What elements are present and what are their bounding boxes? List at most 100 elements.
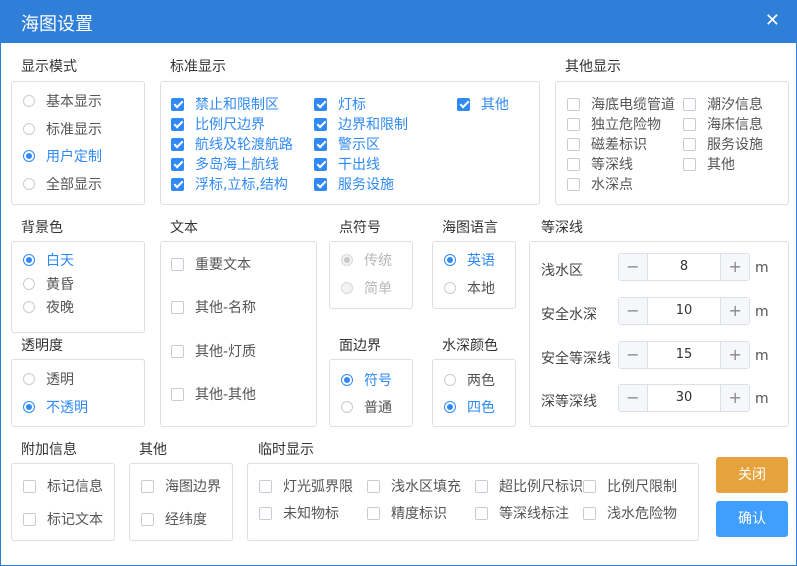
std-other[interactable]: 其他 <box>457 94 509 114</box>
other-soundings[interactable]: 水深点 <box>567 174 633 194</box>
stepper-value[interactable]: 15 <box>648 342 721 368</box>
display-mode-basic[interactable]: 基本显示 <box>23 91 102 111</box>
title-bar: 海图设置 ✕ <box>1 1 796 43</box>
other-other[interactable]: 其他 <box>683 154 735 174</box>
checkbox-checked-icon <box>171 137 184 151</box>
text-other-name[interactable]: 其他-名称 <box>171 297 256 317</box>
standard-display-title: 标准显示 <box>170 59 226 75</box>
other-service-facilities[interactable]: 服务设施 <box>683 134 763 154</box>
confirm-button[interactable]: 确认 <box>716 501 788 537</box>
temp-overscale-mark[interactable]: 超比例尺标识 <box>475 476 583 496</box>
decrement-button[interactable]: − <box>619 342 648 368</box>
safety-contour-stepper[interactable]: − 15 + <box>618 341 750 369</box>
radio-icon <box>341 401 353 413</box>
water-color-two[interactable]: 两色 <box>444 370 495 390</box>
std-archipelago-routes[interactable]: 多岛海上航线 <box>171 154 279 174</box>
temp-display-box <box>247 463 699 541</box>
deep-contour-label: 深等深线 <box>541 394 597 410</box>
background-day[interactable]: 白天 <box>23 250 74 270</box>
extra-mark-text[interactable]: 标记文本 <box>23 509 103 529</box>
display-mode-all[interactable]: 全部显示 <box>23 174 102 194</box>
stepper-value[interactable]: 10 <box>648 298 721 324</box>
checkbox-icon <box>567 157 580 171</box>
decrement-button[interactable]: − <box>619 385 648 411</box>
temp-contour-labels[interactable]: 等深线标注 <box>475 503 569 523</box>
increment-button[interactable]: + <box>720 385 749 411</box>
radio-icon <box>23 178 35 190</box>
std-buoys-structures[interactable]: 浮标,立标,结构 <box>171 174 288 194</box>
language-english[interactable]: 英语 <box>444 250 495 270</box>
text-title: 文本 <box>170 220 198 236</box>
text-other-other[interactable]: 其他-其他 <box>171 384 256 404</box>
dialog-title: 海图设置 <box>21 14 93 35</box>
decrement-button[interactable]: − <box>619 254 648 280</box>
water-color-four[interactable]: 四色 <box>444 397 495 417</box>
other-chart-boundary[interactable]: 海图边界 <box>141 476 221 496</box>
area-boundary-plain[interactable]: 普通 <box>341 397 392 417</box>
stepper-value[interactable]: 8 <box>648 254 721 280</box>
other-depth-contours[interactable]: 等深线 <box>567 154 633 174</box>
temp-shallow-danger[interactable]: 浅水危险物 <box>583 503 677 523</box>
shallow-water-stepper[interactable]: − 8 + <box>618 253 750 281</box>
std-scale-boundary[interactable]: 比例尺边界 <box>171 114 265 134</box>
decrement-button[interactable]: − <box>619 298 648 324</box>
extra-mark-info[interactable]: 标记信息 <box>23 476 103 496</box>
checkbox-checked-icon <box>314 137 327 151</box>
safety-depth-stepper[interactable]: − 10 + <box>618 297 750 325</box>
background-night[interactable]: 夜晚 <box>23 297 74 317</box>
other-magnetic-variation[interactable]: 磁差标识 <box>567 134 647 154</box>
close-icon[interactable]: ✕ <box>765 10 780 31</box>
temp-accuracy-mark[interactable]: 精度标识 <box>367 503 447 523</box>
area-boundary-symbol[interactable]: 符号 <box>341 370 392 390</box>
other-cables-pipelines[interactable]: 海底电缆管道 <box>567 94 675 114</box>
checkbox-checked-icon <box>314 117 327 131</box>
temp-scale-limit[interactable]: 比例尺限制 <box>583 476 677 496</box>
std-warning-area[interactable]: 警示区 <box>314 134 380 154</box>
area-boundary-title: 面边界 <box>339 338 381 354</box>
radio-selected-icon <box>444 401 456 413</box>
text-important[interactable]: 重要文本 <box>171 254 251 274</box>
radio-icon <box>23 95 35 107</box>
std-restricted-area[interactable]: 禁止和限制区 <box>171 94 279 114</box>
temp-display-title: 临时显示 <box>258 442 314 458</box>
checkbox-checked-icon <box>171 177 184 191</box>
increment-button[interactable]: + <box>720 254 749 280</box>
increment-button[interactable]: + <box>720 342 749 368</box>
language-local[interactable]: 本地 <box>444 278 495 298</box>
display-mode-standard[interactable]: 标准显示 <box>23 119 102 139</box>
display-mode-title: 显示模式 <box>21 59 77 75</box>
deep-contour-stepper[interactable]: − 30 + <box>618 384 750 412</box>
display-mode-custom[interactable]: 用户定制 <box>23 146 102 166</box>
other-isolated-danger[interactable]: 独立危险物 <box>567 114 661 134</box>
checkbox-icon <box>567 177 580 191</box>
increment-button[interactable]: + <box>720 298 749 324</box>
checkbox-icon <box>367 506 380 520</box>
temp-shallow-fill[interactable]: 浅水区填充 <box>367 476 461 496</box>
temp-light-sectors[interactable]: 灯光弧界限 <box>259 476 353 496</box>
stepper-value[interactable]: 30 <box>648 385 721 411</box>
text-other-light[interactable]: 其他-灯质 <box>171 341 256 361</box>
std-service-facilities[interactable]: 服务设施 <box>314 174 394 194</box>
transparency-transparent[interactable]: 透明 <box>23 369 74 389</box>
other-tide-info[interactable]: 潮汐信息 <box>683 94 763 114</box>
checkbox-icon <box>683 137 696 151</box>
checkbox-icon <box>683 97 696 111</box>
radio-icon <box>23 301 35 313</box>
transparency-opaque[interactable]: 不透明 <box>23 397 88 417</box>
temp-unknown-objects[interactable]: 未知物标 <box>259 503 339 523</box>
point-symbol-title: 点符号 <box>339 220 381 236</box>
other-lat-long[interactable]: 经纬度 <box>141 509 207 529</box>
std-lights[interactable]: 灯标 <box>314 94 366 114</box>
std-boundaries-limits[interactable]: 边界和限制 <box>314 114 408 134</box>
close-button[interactable]: 关闭 <box>716 457 788 493</box>
checkbox-icon <box>171 300 184 314</box>
background-dusk[interactable]: 黄昏 <box>23 274 74 294</box>
radio-icon <box>444 374 456 386</box>
std-drying-line[interactable]: 干出线 <box>314 154 380 174</box>
std-routes-ferry[interactable]: 航线及轮渡航路 <box>171 134 293 154</box>
radio-selected-icon <box>23 150 35 162</box>
checkbox-icon <box>683 157 696 171</box>
radio-disabled-icon <box>341 282 353 294</box>
radio-selected-icon <box>23 401 35 413</box>
other-seabed-info[interactable]: 海床信息 <box>683 114 763 134</box>
